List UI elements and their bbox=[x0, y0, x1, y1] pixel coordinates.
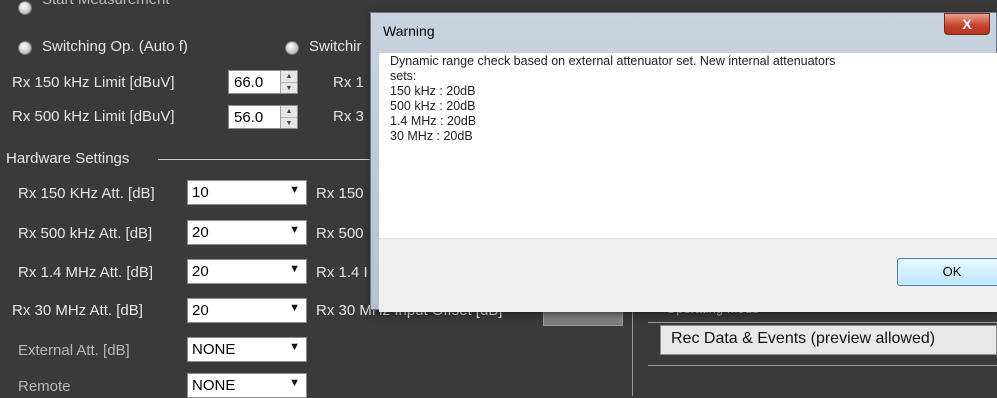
spinner-buttons[interactable]: ▲ ▼ bbox=[280, 71, 297, 93]
remote-combo[interactable]: NONE ▼ bbox=[187, 373, 307, 398]
group-divider bbox=[648, 365, 997, 366]
start-measurement-label: Start Measurement bbox=[42, 0, 170, 8]
close-button[interactable]: X bbox=[944, 13, 990, 35]
switching-other-label: Switchir bbox=[309, 38, 362, 55]
att-value-500: 20 bbox=[192, 224, 209, 241]
dialog-message: Dynamic range check based on external at… bbox=[390, 54, 975, 144]
offset-label-500: Rx 500 bbox=[316, 225, 364, 242]
start-measurement-radio[interactable] bbox=[19, 2, 31, 14]
rx150-limit-label: Rx 150 kHz Limit [dBuV] bbox=[12, 74, 175, 91]
att-value-150: 10 bbox=[192, 184, 209, 201]
message-line: 1.4 MHz : 20dB bbox=[390, 114, 477, 128]
message-line: 150 kHz : 20dB bbox=[390, 84, 476, 98]
external-att-label: External Att. [dB] bbox=[18, 342, 130, 359]
att-label-500: Rx 500 kHz Att. [dB] bbox=[18, 225, 153, 242]
message-line: 500 kHz : 20dB bbox=[390, 99, 476, 113]
rx500-limit-spinner[interactable]: 56.0 ▲ ▼ bbox=[228, 105, 298, 129]
att-label-150: Rx 150 KHz Att. [dB] bbox=[18, 185, 155, 202]
att-combo-30[interactable]: 20 ▼ bbox=[187, 298, 307, 323]
spin-down-icon[interactable]: ▼ bbox=[281, 82, 297, 94]
remote-label: Remote bbox=[18, 378, 71, 395]
dialog-button-bar: OK bbox=[379, 238, 997, 312]
switching-other-radio[interactable] bbox=[286, 42, 298, 54]
group-divider bbox=[648, 322, 997, 323]
dropdown-arrow-icon[interactable]: ▼ bbox=[289, 302, 300, 314]
message-line: 30 MHz : 20dB bbox=[390, 129, 473, 143]
spin-up-icon[interactable]: ▲ bbox=[281, 71, 297, 82]
offset-label-150: Rx 150 bbox=[316, 185, 364, 202]
panel-divider bbox=[632, 310, 633, 396]
switching-auto-label: Switching Op. (Auto f) bbox=[42, 38, 188, 55]
offset-label-1-4: Rx 1.4 I bbox=[316, 264, 368, 281]
rx-right-label-1: Rx 1 bbox=[333, 74, 364, 91]
rx500-limit-value: 56.0 bbox=[234, 109, 264, 126]
switching-auto-radio[interactable] bbox=[19, 42, 31, 54]
spin-up-icon[interactable]: ▲ bbox=[281, 106, 297, 117]
dropdown-arrow-icon[interactable]: ▼ bbox=[289, 184, 300, 196]
external-att-combo[interactable]: NONE ▼ bbox=[187, 337, 307, 362]
warning-dialog: Warning X Dynamic range check based on e… bbox=[370, 12, 997, 312]
att-value-1-4: 20 bbox=[192, 263, 209, 280]
rx150-limit-value: 66.0 bbox=[234, 74, 264, 91]
operating-mode-select[interactable]: Rec Data & Events (preview allowed) bbox=[660, 325, 997, 355]
group-divider bbox=[158, 159, 370, 160]
att-combo-150[interactable]: 10 ▼ bbox=[187, 180, 307, 205]
close-icon[interactable]: X bbox=[962, 16, 971, 32]
dropdown-arrow-icon[interactable]: ▼ bbox=[289, 263, 300, 275]
rx500-limit-label: Rx 500 kHz Limit [dBuV] bbox=[12, 108, 175, 125]
message-line: Dynamic range check based on external at… bbox=[390, 54, 836, 68]
att-label-30: Rx 30 MHz Att. [dB] bbox=[12, 302, 143, 319]
remote-value: NONE bbox=[192, 377, 236, 394]
att-combo-500[interactable]: 20 ▼ bbox=[187, 220, 307, 245]
ok-button[interactable]: OK bbox=[897, 258, 997, 286]
dropdown-arrow-icon[interactable]: ▼ bbox=[289, 377, 300, 389]
rx-right-label-2: Rx 3 bbox=[333, 108, 364, 125]
operating-mode-value: Rec Data & Events (preview allowed) bbox=[671, 330, 936, 347]
dropdown-arrow-icon[interactable]: ▼ bbox=[289, 224, 300, 236]
spin-down-icon[interactable]: ▼ bbox=[281, 117, 297, 129]
att-value-30: 20 bbox=[192, 302, 209, 319]
spinner-buttons[interactable]: ▲ ▼ bbox=[280, 106, 297, 128]
rx150-limit-spinner[interactable]: 66.0 ▲ ▼ bbox=[228, 70, 298, 94]
dropdown-arrow-icon[interactable]: ▼ bbox=[289, 341, 300, 353]
external-att-value: NONE bbox=[192, 341, 236, 358]
message-line: sets: bbox=[390, 69, 417, 83]
hardware-settings-title: Hardware Settings bbox=[6, 150, 130, 167]
att-combo-1-4[interactable]: 20 ▼ bbox=[187, 259, 307, 284]
dialog-title: Warning bbox=[383, 23, 435, 39]
att-label-1-4: Rx 1.4 MHz Att. [dB] bbox=[18, 264, 154, 281]
